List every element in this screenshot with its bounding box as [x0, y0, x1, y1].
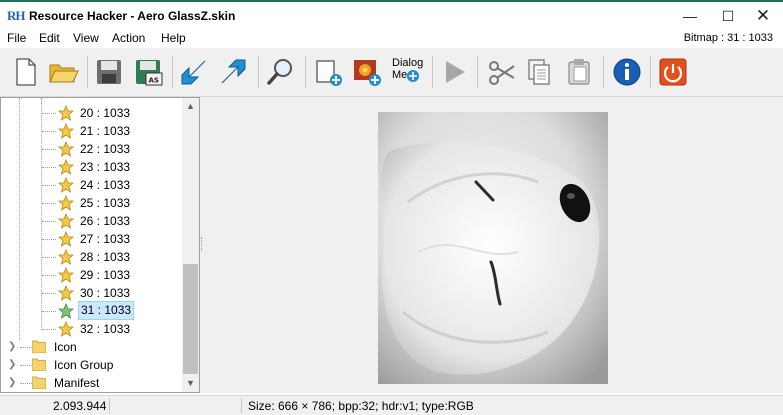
- tree-item-label: 21 : 1033: [80, 124, 131, 138]
- add-blank-resource-button[interactable]: [311, 55, 345, 89]
- star-icon: [58, 267, 74, 283]
- copy-button[interactable]: [522, 55, 556, 89]
- tree-group-label: Icon Group: [54, 358, 114, 372]
- bitmap-indicator: Bitmap : 31 : 1033: [683, 32, 773, 44]
- status-bar: 2.093.944 Size: 666 × 786; bpp:32; hdr:v…: [0, 395, 783, 415]
- find-button[interactable]: [264, 55, 298, 89]
- add-image-icon: [354, 60, 381, 86]
- scroll-down-arrow-icon[interactable]: ▼: [182, 375, 199, 392]
- menu-action[interactable]: Action: [112, 31, 145, 45]
- folder-icon: [32, 340, 46, 353]
- title-bar: RH Resource Hacker - Aero GlassZ.skin — …: [0, 2, 783, 29]
- new-file-icon: [16, 58, 36, 86]
- tree-item-label: 23 : 1033: [80, 160, 131, 174]
- status-offset: 2.093.944: [53, 399, 107, 413]
- tree-scrollbar[interactable]: ▲ ▼: [182, 98, 199, 392]
- expand-chevron-icon[interactable]: ❯: [8, 359, 16, 370]
- magnifier-icon: [267, 59, 292, 85]
- star-icon: [58, 303, 74, 319]
- tree-item-label: 31 : 1033: [78, 301, 135, 320]
- scroll-up-arrow-icon[interactable]: ▲: [182, 98, 199, 115]
- star-icon: [58, 231, 74, 247]
- paste-button[interactable]: [562, 55, 596, 89]
- star-icon: [58, 141, 74, 157]
- play-icon: [446, 61, 465, 83]
- save-as-icon: AS: [136, 60, 163, 86]
- status-image-info: Size: 666 × 786; bpp:32; hdr:v1; type:RG…: [248, 399, 474, 413]
- exit-button[interactable]: [656, 55, 690, 89]
- plus-icon: [407, 70, 419, 82]
- cut-button[interactable]: [485, 55, 519, 89]
- power-icon: [659, 58, 687, 86]
- star-icon: [58, 105, 74, 121]
- dialog-label: Dialog: [392, 57, 424, 69]
- tree-item-label: 32 : 1033: [80, 322, 131, 336]
- info-icon: [613, 58, 641, 86]
- star-icon: [58, 195, 74, 211]
- star-icon: [58, 159, 74, 175]
- folder-icon: [32, 358, 46, 371]
- tree-group-label: Manifest: [54, 376, 100, 390]
- tree-item-label: 25 : 1033: [80, 196, 131, 210]
- arrow-down-left-icon: [181, 60, 206, 85]
- toolbar: AS Dialog Me: [0, 48, 783, 97]
- menu-bar: File Edit View Action Help Bitmap : 31 :…: [0, 29, 783, 47]
- save-icon: [97, 60, 121, 84]
- save-button[interactable]: [92, 55, 126, 89]
- save-as-button[interactable]: AS: [132, 55, 166, 89]
- tree-item-label: 30 : 1033: [80, 286, 131, 300]
- tree-item-label: 20 : 1033: [80, 106, 131, 120]
- menu-view[interactable]: View: [73, 31, 99, 45]
- tree-item-label: 29 : 1033: [80, 268, 131, 282]
- bitmap-image: [378, 112, 608, 384]
- dialog-label-2: Me: [392, 69, 408, 81]
- copy-icon: [528, 59, 550, 85]
- open-file-button[interactable]: [46, 55, 80, 89]
- star-icon: [58, 285, 74, 301]
- menu-edit[interactable]: Edit: [39, 31, 60, 45]
- folder-icon: [32, 376, 46, 389]
- tree-item-label: 27 : 1033: [80, 232, 131, 246]
- star-icon: [58, 123, 74, 139]
- expand-chevron-icon[interactable]: ❯: [8, 341, 16, 352]
- add-resource-icon: [316, 60, 342, 86]
- bitmap-preview-pane: [204, 97, 783, 393]
- star-icon: [58, 213, 74, 229]
- scroll-thumb[interactable]: [183, 264, 198, 374]
- tree-item-label: 22 : 1033: [80, 142, 131, 156]
- menu-file[interactable]: File: [7, 31, 26, 45]
- paste-icon: [568, 59, 590, 85]
- svg-text:AS: AS: [149, 77, 159, 85]
- about-button[interactable]: [610, 55, 644, 89]
- star-icon: [58, 177, 74, 193]
- app-logo-icon: RH: [7, 8, 26, 23]
- scissors-icon: [489, 61, 515, 85]
- forward-button[interactable]: [216, 55, 250, 89]
- dialog-merge-button[interactable]: Dialog Me: [392, 57, 424, 82]
- window-title: Resource Hacker - Aero GlassZ.skin: [29, 9, 236, 23]
- tree-item-label: 28 : 1033: [80, 250, 131, 264]
- run-script-button[interactable]: [437, 55, 471, 89]
- expand-chevron-icon[interactable]: ❯: [8, 377, 16, 388]
- open-folder-icon: [49, 64, 79, 83]
- arrow-up-right-icon: [221, 59, 246, 84]
- tree-item-label: 26 : 1033: [80, 214, 131, 228]
- menu-help[interactable]: Help: [161, 31, 186, 45]
- new-file-button[interactable]: [8, 55, 42, 89]
- add-image-resource-button[interactable]: [350, 55, 384, 89]
- star-icon: [58, 321, 74, 337]
- tree-group-label: Icon: [54, 340, 77, 354]
- back-button[interactable]: [177, 55, 211, 89]
- tree-item-label: 24 : 1033: [80, 178, 131, 192]
- resource-tree[interactable]: 20 : 1033 21 : 1033 22 : 1033 23 : 1033 …: [0, 97, 200, 393]
- close-button[interactable]: ✕: [740, 4, 783, 29]
- star-icon: [58, 249, 74, 265]
